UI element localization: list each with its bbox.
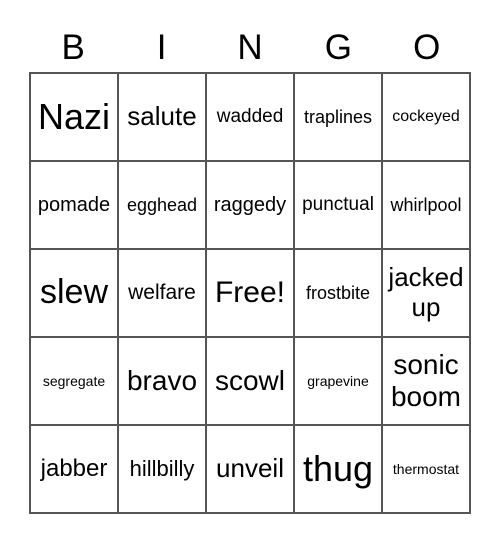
bingo-cell[interactable]: salute <box>118 73 206 161</box>
bingo-cell[interactable]: jacked up <box>382 249 470 337</box>
bingo-cell[interactable]: sonic boom <box>382 337 470 425</box>
bingo-cell[interactable]: scowl <box>206 337 294 425</box>
bingo-cell[interactable]: unveil <box>206 425 294 513</box>
bingo-cell[interactable]: bravo <box>118 337 206 425</box>
bingo-grid: Nazi salute wadded traplines cockeyed pomade e… <box>29 72 471 514</box>
header-letter-g: G <box>324 28 352 67</box>
bingo-cell[interactable]: thug <box>294 425 382 513</box>
bingo-cell[interactable]: wadded <box>206 73 294 161</box>
header-letter-i: I <box>156 28 167 67</box>
bingo-cell[interactable]: hillbilly <box>118 425 206 513</box>
bingo-cell[interactable]: whirlpool <box>382 161 470 249</box>
bingo-cell[interactable]: grapevine <box>294 337 382 425</box>
header-letter-n: N <box>237 28 263 67</box>
header-letter-b: B <box>61 28 85 67</box>
bingo-cell[interactable]: segregate <box>30 337 118 425</box>
header-letter-o: O <box>413 28 441 67</box>
bingo-cell[interactable]: pomade <box>30 161 118 249</box>
bingo-cell[interactable]: Nazi <box>30 73 118 161</box>
bingo-cell[interactable]: jabber <box>30 425 118 513</box>
bingo-cell[interactable]: traplines <box>294 73 382 161</box>
bingo-cell[interactable]: punctual <box>294 161 382 249</box>
bingo-cell[interactable]: frostbite <box>294 249 382 337</box>
bingo-cell[interactable]: thermostat <box>382 425 470 513</box>
bingo-cell[interactable]: slew <box>30 249 118 337</box>
bingo-cell[interactable]: egghead <box>118 161 206 249</box>
bingo-cell[interactable]: cockeyed <box>382 73 470 161</box>
bingo-header: B I N G O <box>29 26 471 70</box>
free-space-cell[interactable]: Free! <box>206 249 294 337</box>
bingo-cell[interactable]: raggedy <box>206 161 294 249</box>
bingo-cell[interactable]: welfare <box>118 249 206 337</box>
